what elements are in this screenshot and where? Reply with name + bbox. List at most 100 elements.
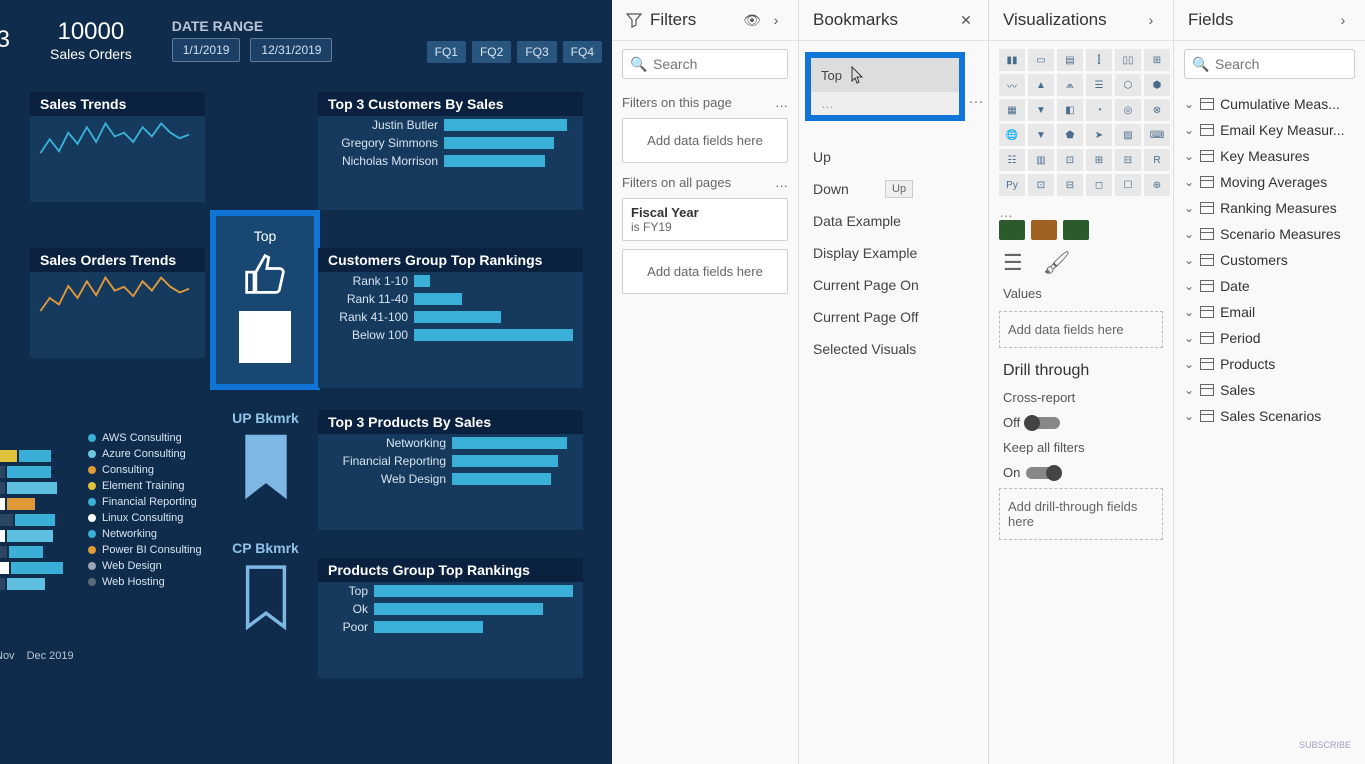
values-drop[interactable]: Add data fields here <box>999 311 1163 348</box>
legend-item[interactable]: Networking <box>88 526 288 542</box>
viz-more-icon[interactable]: … <box>989 204 1173 220</box>
field-table[interactable]: ⌄Moving Averages <box>1180 169 1359 195</box>
bookmark-options-icon[interactable]: … <box>968 90 984 108</box>
card-sales-orders-trends[interactable]: Sales Orders Trends <box>30 248 205 358</box>
stacked-bar-chart[interactable] <box>0 450 63 590</box>
top-bookmark-button[interactable]: Top <box>210 210 320 390</box>
viz-type-icon[interactable]: ⊟ <box>1115 149 1141 171</box>
viz-type-icon[interactable]: ⬟ <box>1057 124 1083 146</box>
format-well-icon[interactable]: 🖌 <box>1043 250 1071 276</box>
card-top3-customers[interactable]: Top 3 Customers By Sales Justin ButlerGr… <box>318 92 583 210</box>
viz-type-icon[interactable]: ⊗ <box>1144 99 1170 121</box>
more-icon[interactable]: … <box>775 175 788 190</box>
viz-type-icon[interactable]: ▭ <box>1028 49 1054 71</box>
cross-report-toggle[interactable]: Off <box>989 411 1173 434</box>
fq4-button[interactable]: FQ4 <box>563 41 602 63</box>
viz-type-icon[interactable]: ☐ <box>1115 174 1141 196</box>
search-input[interactable] <box>1215 56 1346 72</box>
viz-type-icon[interactable]: ⌨ <box>1144 124 1170 146</box>
field-table[interactable]: ⌄Period <box>1180 325 1359 351</box>
viz-type-icon[interactable]: ▯▯ <box>1115 49 1141 71</box>
drill-through-drop[interactable]: Add drill-through fields here <box>999 488 1163 540</box>
field-table[interactable]: ⌄Sales Scenarios <box>1180 403 1359 429</box>
add-fields-page[interactable]: Add data fields here <box>622 118 788 163</box>
bookmark-item[interactable]: Selected Visuals <box>813 333 974 365</box>
fq1-button[interactable]: FQ1 <box>427 41 466 63</box>
chevron-right-icon[interactable]: › <box>1335 12 1351 28</box>
viz-type-icon[interactable]: ➤ <box>1086 124 1112 146</box>
viz-type-icon[interactable]: ▤ <box>1057 49 1083 71</box>
bookmark-dd-top[interactable]: Top <box>811 58 959 92</box>
viz-pro-icon[interactable] <box>999 220 1025 240</box>
bookmark-item[interactable]: Data Example <box>813 205 974 237</box>
date-to[interactable]: 12/31/2019 <box>250 38 332 62</box>
card-top3-products[interactable]: Top 3 Products By Sales NetworkingFinanc… <box>318 410 583 530</box>
field-table[interactable]: ⌄Sales <box>1180 377 1359 403</box>
more-icon[interactable]: … <box>775 95 788 110</box>
field-table[interactable]: ⌄Email <box>1180 299 1359 325</box>
viz-type-icon[interactable]: ▼ <box>1028 124 1054 146</box>
viz-type-icon[interactable]: ⬢ <box>1144 74 1170 96</box>
chevron-right-icon[interactable]: › <box>1143 12 1159 28</box>
viz-type-icon[interactable]: ⊡ <box>1057 149 1083 171</box>
viz-type-icon[interactable]: ⬡ <box>1115 74 1141 96</box>
viz-type-icon[interactable]: ⩕ <box>1057 74 1083 96</box>
legend-item[interactable]: Azure Consulting <box>88 446 288 462</box>
viz-type-icon[interactable]: ⊞ <box>1144 49 1170 71</box>
bookmark-item[interactable]: Display Example <box>813 237 974 269</box>
legend-item[interactable]: Web Hosting <box>88 574 288 590</box>
viz-type-icon[interactable]: ▦ <box>999 99 1025 121</box>
viz-type-icon[interactable]: 🌐 <box>999 124 1025 146</box>
viz-type-icon[interactable]: ⊟ <box>1057 174 1083 196</box>
viz-type-icon[interactable]: ▮▮ <box>999 49 1025 71</box>
date-from[interactable]: 1/1/2019 <box>172 38 241 62</box>
viz-type-icon[interactable]: ⊕ <box>1144 174 1170 196</box>
viz-pro-icon[interactable] <box>1031 220 1057 240</box>
filter-card-fiscal-year[interactable]: Fiscal Year is FY19 <box>622 198 788 241</box>
viz-type-icon[interactable]: ◧ <box>1057 99 1083 121</box>
viz-type-icon[interactable]: ◔ <box>1086 99 1112 121</box>
viz-type-icon[interactable]: ▼ <box>1028 99 1054 121</box>
bookmark-item[interactable]: Current Page On <box>813 269 974 301</box>
fq2-button[interactable]: FQ2 <box>472 41 511 63</box>
field-table[interactable]: ⌄Customers <box>1180 247 1359 273</box>
viz-type-icon[interactable]: 〰 <box>999 74 1025 96</box>
card-prod-group-rank[interactable]: Products Group Top Rankings TopOkPoor <box>318 558 583 678</box>
legend-item[interactable]: Consulting <box>88 462 288 478</box>
field-table[interactable]: ⌄Products <box>1180 351 1359 377</box>
viz-type-icon[interactable]: ☷ <box>999 149 1025 171</box>
viz-type-icon[interactable]: Py <box>999 174 1025 196</box>
chevron-right-icon[interactable]: › <box>768 12 784 28</box>
field-table[interactable]: ⌄Date <box>1180 273 1359 299</box>
add-fields-all[interactable]: Add data fields here <box>622 249 788 294</box>
field-table[interactable]: ⌄Email Key Measur... <box>1180 117 1359 143</box>
field-table[interactable]: ⌄Cumulative Meas... <box>1180 91 1359 117</box>
bookmark-item[interactable]: Current Page Off <box>813 301 974 333</box>
viz-type-icon[interactable]: ◻ <box>1086 174 1112 196</box>
viz-type-icon[interactable]: ⊞ <box>1086 149 1112 171</box>
viz-type-icon[interactable]: ▲ <box>1028 74 1054 96</box>
viz-type-icon[interactable]: ☰ <box>1086 74 1112 96</box>
legend-item[interactable]: Web Design <box>88 558 288 574</box>
bookmark-item[interactable]: Up <box>813 141 974 173</box>
eye-icon[interactable]: 👁 <box>744 12 760 28</box>
fq3-button[interactable]: FQ3 <box>517 41 556 63</box>
viz-type-icon[interactable]: ▥ <box>1028 149 1054 171</box>
fields-well-icon[interactable]: ☰ <box>1003 250 1023 276</box>
filters-search[interactable]: 🔍 <box>622 49 788 79</box>
fields-search[interactable]: 🔍 <box>1184 49 1355 79</box>
viz-type-icon[interactable]: ⊡ <box>1028 174 1054 196</box>
viz-type-icon[interactable]: ⫿ <box>1086 49 1112 71</box>
keep-filters-toggle[interactable]: On <box>989 461 1173 484</box>
close-icon[interactable]: ✕ <box>958 12 974 28</box>
legend-item[interactable]: Power BI Consulting <box>88 542 288 558</box>
bookmark-dropdown-active[interactable]: Top … <box>805 52 965 121</box>
search-input[interactable] <box>653 56 779 72</box>
card-cust-group-rank[interactable]: Customers Group Top Rankings Rank 1-10Ra… <box>318 248 583 388</box>
viz-type-icon[interactable]: ▨ <box>1115 124 1141 146</box>
viz-pro-icon[interactable] <box>1063 220 1089 240</box>
legend-item[interactable]: Financial Reporting <box>88 494 288 510</box>
viz-type-icon[interactable]: R <box>1144 149 1170 171</box>
card-sales-trends[interactable]: Sales Trends <box>30 92 205 202</box>
legend-item[interactable]: Linux Consulting <box>88 510 288 526</box>
